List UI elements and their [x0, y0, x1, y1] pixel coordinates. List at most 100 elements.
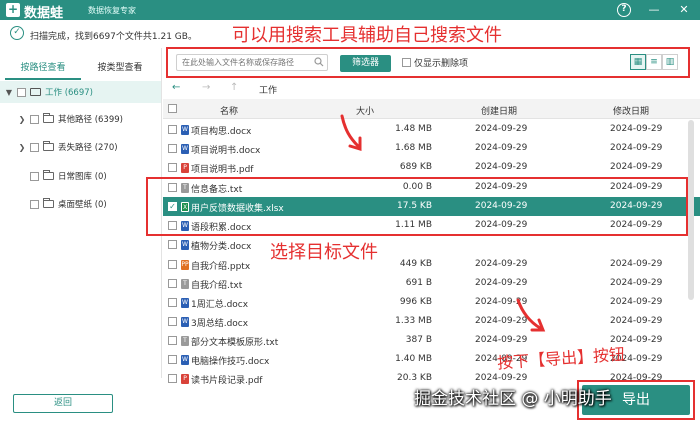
row-checkbox[interactable] — [168, 163, 177, 172]
tab-by-path[interactable]: 按路径查看 — [5, 58, 81, 80]
file-name: 1周汇总.docx — [191, 300, 249, 310]
file-modified: 2024-09-29 — [610, 259, 663, 269]
word-file-icon: W — [181, 125, 189, 135]
list-view-icon[interactable]: ≡ — [646, 54, 662, 70]
minimize-icon[interactable]: — — [647, 3, 661, 17]
file-size: 1.48 MB — [395, 124, 432, 134]
header-modified[interactable]: 修改日期 — [613, 104, 649, 117]
word-file-icon: W — [181, 298, 189, 308]
file-name: 3周总结.docx — [191, 319, 249, 329]
row-checkbox[interactable] — [168, 144, 177, 153]
up-arrow-icon[interactable]: ↑ — [230, 82, 238, 93]
row-checkbox[interactable] — [168, 298, 177, 307]
tree-item-label: 桌面壁纸 (0) — [58, 200, 107, 210]
search-box — [176, 54, 328, 71]
file-name: 电脑操作技巧.docx — [191, 357, 270, 367]
file-size: 20.3 KB — [397, 373, 432, 383]
caret-down-icon[interactable]: ▼ — [5, 88, 13, 97]
scrollbar[interactable] — [688, 120, 694, 300]
table-row[interactable]: P 项目说明书.pdf 689 KB 2024-09-29 2024-09-29 — [163, 158, 700, 177]
tree-item-desktop-wallpaper[interactable]: 桌面壁纸 (0) — [30, 193, 107, 215]
search-icon[interactable] — [314, 57, 324, 67]
file-size: 387 B — [405, 335, 432, 345]
file-size: 1.40 MB — [395, 354, 432, 364]
row-checkbox[interactable] — [168, 374, 177, 383]
row-checkbox[interactable] — [168, 125, 177, 134]
tree-item-label: 丢失路径 (270) — [58, 143, 118, 153]
table-row[interactable]: T 自我介绍.txt 691 B 2024-09-29 2024-09-29 — [163, 274, 700, 293]
back-arrow-icon[interactable]: ← — [172, 82, 180, 93]
file-size: 1.68 MB — [395, 143, 432, 153]
file-created: 2024-09-29 — [475, 124, 528, 134]
app-name: 数据蛙 — [24, 6, 64, 21]
tree-item-label: 工作 (6697) — [45, 88, 93, 98]
tree-item-label: 其他路径 (6399) — [58, 115, 123, 125]
title-bar: + 数据蛙 数据恢复专家 ? — ✕ — [0, 0, 700, 21]
row-checkbox[interactable] — [168, 240, 177, 249]
caret-right-icon[interactable]: ❯ — [18, 143, 26, 152]
ppt-file-icon: PP — [181, 260, 189, 270]
checkbox-icon[interactable] — [402, 58, 411, 67]
file-size: 1.33 MB — [395, 316, 432, 326]
file-created: 2024-09-29 — [475, 143, 528, 153]
file-name: 自我介绍.txt — [191, 281, 243, 291]
file-modified: 2024-09-29 — [610, 124, 663, 134]
word-file-icon: W — [181, 144, 189, 154]
header-created[interactable]: 创建日期 — [481, 104, 517, 117]
annotation-title: 可以用搜索工具辅助自己搜索文件 — [232, 25, 502, 46]
text-file-icon: T — [181, 336, 189, 346]
file-size: 449 KB — [399, 259, 432, 269]
filter-button[interactable]: 筛选器 — [340, 55, 391, 72]
row-checkbox[interactable] — [168, 355, 177, 364]
back-button[interactable]: 返回 — [13, 394, 113, 413]
search-input[interactable] — [177, 55, 311, 70]
tree-item-label: 日常图库 (0) — [58, 172, 107, 182]
file-name: 读书片段记录.pdf — [191, 376, 263, 386]
table-header: 名称 大小 创建日期 修改日期 — [163, 99, 700, 119]
file-created: 2024-09-29 — [475, 162, 528, 172]
caret-right-icon[interactable]: ❯ — [18, 115, 26, 124]
breadcrumb[interactable]: 工作 — [259, 83, 277, 96]
tree-item-other-paths[interactable]: ❯ 其他路径 (6399) — [18, 108, 123, 130]
nav-row: ← → ↑ 工作 — [163, 80, 700, 98]
table-row[interactable]: W 植物分类.docx — [163, 235, 700, 254]
checkbox-icon[interactable] — [30, 142, 39, 152]
file-size: 996 KB — [399, 297, 432, 307]
checkbox-icon[interactable] — [17, 87, 26, 97]
folder-icon — [43, 113, 54, 123]
computer-icon — [30, 88, 41, 96]
file-created: 2024-09-29 — [475, 259, 528, 269]
file-created: 2024-09-29 — [475, 373, 528, 383]
help-icon[interactable]: ? — [617, 3, 631, 17]
checkbox-icon[interactable] — [30, 199, 39, 209]
grid-view-icon[interactable]: ▦ — [630, 54, 646, 70]
table-row[interactable]: W 1周汇总.docx 996 KB 2024-09-29 2024-09-29 — [163, 293, 700, 312]
close-icon[interactable]: ✕ — [677, 3, 691, 17]
select-all-checkbox[interactable] — [168, 104, 177, 113]
checkbox-icon[interactable] — [30, 171, 39, 181]
forward-arrow-icon[interactable]: → — [202, 82, 210, 93]
tab-by-type[interactable]: 按类型查看 — [82, 58, 158, 80]
table-row[interactable]: W 项目构思.docx 1.48 MB 2024-09-29 2024-09-2… — [163, 120, 700, 139]
table-row[interactable]: W 项目说明书.docx 1.68 MB 2024-09-29 2024-09-… — [163, 139, 700, 158]
detail-view-icon[interactable]: ▥ — [662, 54, 678, 70]
table-row[interactable]: PP 自我介绍.pptx 449 KB 2024-09-29 2024-09-2… — [163, 255, 700, 274]
row-checkbox[interactable] — [168, 317, 177, 326]
file-created: 2024-09-29 — [475, 297, 528, 307]
table-row[interactable]: W 3周总结.docx 1.33 MB 2024-09-29 2024-09-2… — [163, 312, 700, 331]
file-name: 自我介绍.pptx — [191, 262, 251, 272]
watermark: 掘金技术社区 @ 小明助手 — [414, 389, 612, 409]
app-logo-icon: + — [6, 2, 20, 17]
view-toggle-group: ▦ ≡ ▥ — [630, 54, 678, 70]
row-checkbox[interactable] — [168, 336, 177, 345]
tree-item-lost-paths[interactable]: ❯ 丢失路径 (270) — [18, 136, 118, 158]
tree-item-daily-gallery[interactable]: 日常图库 (0) — [30, 165, 107, 187]
tree-item-work[interactable]: ▼ 工作 (6697) — [0, 81, 161, 103]
row-checkbox[interactable] — [168, 279, 177, 288]
annotation-select-file: 选择目标文件 — [270, 242, 378, 263]
checkbox-icon[interactable] — [30, 114, 39, 124]
header-size[interactable]: 大小 — [356, 104, 374, 117]
row-checkbox[interactable] — [168, 260, 177, 269]
header-name[interactable]: 名称 — [220, 104, 238, 117]
show-deleted-checkbox[interactable]: 仅显示删除项 — [402, 56, 468, 69]
